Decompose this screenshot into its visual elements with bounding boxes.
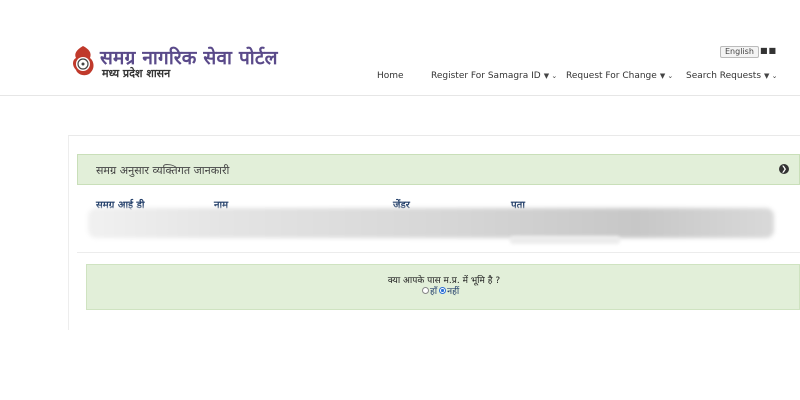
expand-collapse-icon[interactable]: ❯ — [779, 164, 789, 174]
language-toggle-button[interactable]: English — [720, 46, 759, 58]
site-header: समग्र नागरिक सेवा पोर्टल मध्य प्रदेश शास… — [0, 0, 800, 96]
nav-register-dropdown[interactable]: Register For Samagra ID ▼ ⌄ — [431, 71, 557, 81]
nav-register-label: Register For Samagra ID — [431, 71, 541, 81]
page-root: समग्र नागरिक सेवा पोर्टल मध्य प्रदेश शास… — [0, 0, 800, 400]
caret-down-icon: ▼ ⌄ — [543, 72, 558, 80]
redacted-table-row — [88, 208, 774, 238]
nav-change-dropdown[interactable]: Request For Change ▼ ⌄ — [566, 71, 673, 81]
table-divider — [77, 252, 800, 253]
caret-down-icon: ▼ ⌄ — [659, 72, 674, 80]
caret-down-icon: ▼ ⌄ — [764, 72, 778, 80]
menu-dots-icon[interactable]: ■■ — [760, 46, 777, 55]
brand-subtitle: मध्य प्रदेश शासन — [102, 67, 171, 80]
land-question-box: क्या आपके पास म.प्र. में भूमि है ? हाँ न… — [86, 264, 800, 310]
panel-header[interactable]: समग्र अनुसार व्यक्तिगत जानकारी ❯ — [77, 154, 800, 185]
land-question-options: हाँ नहीं — [422, 284, 461, 297]
radio-yes-label[interactable]: हाँ — [430, 284, 437, 297]
nav-home[interactable]: Home — [377, 71, 404, 81]
radio-no-label[interactable]: नहीं — [447, 284, 459, 297]
radio-yes[interactable] — [422, 287, 429, 294]
samagra-logo-icon — [73, 46, 94, 76]
nav-home-label: Home — [377, 71, 404, 81]
redacted-address-text — [510, 236, 620, 244]
nav-search-dropdown[interactable]: Search Requests ▼ ⌄ — [686, 71, 778, 81]
panel-title: समग्र अनुसार व्यक्तिगत जानकारी — [96, 164, 230, 177]
radio-no[interactable] — [439, 287, 447, 294]
nav-search-label: Search Requests — [686, 71, 762, 81]
nav-change-label: Request For Change — [566, 71, 657, 81]
